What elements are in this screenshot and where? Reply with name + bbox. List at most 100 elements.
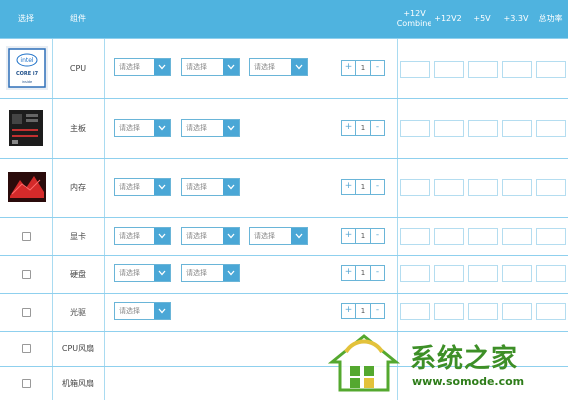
hard-disk-select-1[interactable]: 请选择: [114, 264, 171, 282]
memory-select-1[interactable]: 请选择: [114, 178, 171, 196]
component-label-cpu: CPU: [69, 63, 87, 73]
decrease-button[interactable]: -: [370, 60, 385, 76]
decrease-button[interactable]: -: [370, 265, 385, 281]
motherboard-12v-combine-field[interactable]: [400, 120, 430, 137]
graphics-select-2[interactable]: 请选择: [181, 227, 240, 245]
select-checkbox-hard-disk[interactable]: [21, 269, 31, 279]
increase-button[interactable]: +: [341, 179, 356, 195]
chevron-down-icon: [291, 59, 307, 75]
quantity-value[interactable]: 1: [356, 120, 370, 136]
graphics-12v-combine-field[interactable]: [400, 228, 430, 245]
header-options: [104, 0, 398, 38]
chevron-down-icon: [154, 120, 170, 136]
chevron-down-icon: [154, 228, 170, 244]
cpu-12v-combine-field[interactable]: [400, 61, 430, 78]
optical-drive-select-1[interactable]: 请选择: [114, 302, 171, 320]
component-label-graphics: 显卡: [70, 231, 86, 241]
motherboard-total-field[interactable]: [536, 120, 566, 137]
increase-button[interactable]: +: [341, 303, 356, 319]
chevron-down-icon: [223, 179, 239, 195]
cpu-5v-field[interactable]: [468, 61, 498, 78]
graphics-select-3[interactable]: 请选择: [249, 227, 308, 245]
optical-drive-5v-field[interactable]: [468, 303, 498, 320]
quantity-value[interactable]: 1: [356, 303, 370, 319]
hard-disk-5v-field[interactable]: [468, 265, 498, 282]
increase-button[interactable]: +: [341, 60, 356, 76]
chevron-down-icon: [223, 120, 239, 136]
chevron-down-icon: [154, 179, 170, 195]
hard-disk-quantity-stepper[interactable]: + 1 -: [341, 265, 385, 281]
decrease-button[interactable]: -: [370, 179, 385, 195]
component-label-case-fan: 机箱风扇: [62, 378, 94, 388]
cpu-3-3v-field[interactable]: [502, 61, 532, 78]
motherboard-quantity-stepper[interactable]: + 1 -: [341, 120, 385, 136]
memory-total-field[interactable]: [536, 179, 566, 196]
increase-button[interactable]: +: [341, 228, 356, 244]
cpu-total-field[interactable]: [536, 61, 566, 78]
quantity-value[interactable]: 1: [356, 60, 370, 76]
memory-12v-combine-field[interactable]: [400, 179, 430, 196]
select-checkbox-graphics[interactable]: [21, 231, 31, 241]
graphics-select-1[interactable]: 请选择: [114, 227, 171, 245]
select-checkbox-case-fan[interactable]: [21, 378, 31, 388]
hard-disk-select-2[interactable]: 请选择: [181, 264, 240, 282]
optical-drive-total-field[interactable]: [536, 303, 566, 320]
decrease-button[interactable]: -: [370, 228, 385, 244]
watermark-title: 系统之家: [410, 344, 519, 374]
select-checkbox-optical-drive[interactable]: [21, 307, 31, 317]
cpu-badge-line: CORE i7: [16, 71, 39, 77]
quantity-value[interactable]: 1: [356, 228, 370, 244]
chevron-down-icon: [154, 265, 170, 281]
increase-button[interactable]: +: [341, 265, 356, 281]
header-3-3v: +3.3V: [499, 0, 533, 38]
motherboard-select-1[interactable]: 请选择: [114, 119, 171, 137]
cpu-select-2[interactable]: 请选择: [181, 58, 240, 76]
increase-button[interactable]: +: [341, 120, 356, 136]
cpu-select-3[interactable]: 请选择: [249, 58, 308, 76]
cpu-badge-brand: intel: [20, 57, 34, 64]
graphics-total-field[interactable]: [536, 228, 566, 245]
select-checkbox-cpu-fan[interactable]: [21, 344, 31, 353]
motherboard-5v-field[interactable]: [468, 120, 498, 137]
decrease-button[interactable]: -: [370, 120, 385, 136]
optical-drive-3-3v-field[interactable]: [502, 303, 532, 320]
graphics-5v-field[interactable]: [468, 228, 498, 245]
component-label-memory: 内存: [70, 183, 86, 192]
optical-drive-12v2-field[interactable]: [434, 303, 464, 320]
motherboard-3-3v-field[interactable]: [502, 120, 532, 137]
cpu-badge-tag: inside: [22, 80, 32, 84]
hard-disk-total-field[interactable]: [536, 265, 566, 282]
graphics-quantity-stepper[interactable]: + 1 -: [341, 228, 385, 244]
memory-quantity-stepper[interactable]: + 1 -: [341, 179, 385, 195]
component-label-motherboard: 主板: [70, 123, 86, 133]
watermark-url: www.somode.com: [412, 375, 525, 388]
quantity-value[interactable]: 1: [356, 265, 370, 281]
graphics-12v2-field[interactable]: [434, 228, 464, 245]
graphics-3-3v-field[interactable]: [502, 228, 532, 245]
quantity-value[interactable]: 1: [356, 179, 370, 195]
psu-calculator-table: 选择 组件 +12V Combine +12V2 +5V +3.3V 总功率 i…: [0, 0, 568, 400]
optical-drive-12v-combine-field[interactable]: [400, 303, 430, 320]
cpu-thumbnail: intel CORE i7 inside: [6, 46, 48, 90]
header-total-power: 总功率: [533, 0, 568, 38]
cpu-select-1[interactable]: 请选择: [114, 58, 171, 76]
decrease-button[interactable]: -: [370, 303, 385, 319]
component-label-cpu-fan: CPU风扇: [61, 344, 95, 353]
hard-disk-3-3v-field[interactable]: [502, 265, 532, 282]
memory-3-3v-field[interactable]: [502, 179, 532, 196]
optical-drive-quantity-stepper[interactable]: + 1 -: [341, 303, 385, 319]
motherboard-thumbnail: [6, 106, 48, 150]
cpu-12v2-field[interactable]: [434, 61, 464, 78]
hard-disk-12v2-field[interactable]: [434, 265, 464, 282]
hard-disk-12v-combine-field[interactable]: [400, 265, 430, 282]
header-5v: +5V: [465, 0, 499, 38]
motherboard-select-2[interactable]: 请选择: [181, 119, 240, 137]
memory-select-2[interactable]: 请选择: [181, 178, 240, 196]
cpu-quantity-stepper[interactable]: + 1 -: [341, 60, 385, 76]
header-12v-combine: +12V Combine: [397, 0, 432, 38]
memory-12v2-field[interactable]: [434, 179, 464, 196]
memory-5v-field[interactable]: [468, 179, 498, 196]
header-component: 组件: [52, 0, 104, 38]
header-12v2: +12V2: [431, 0, 465, 38]
motherboard-12v2-field[interactable]: [434, 120, 464, 137]
